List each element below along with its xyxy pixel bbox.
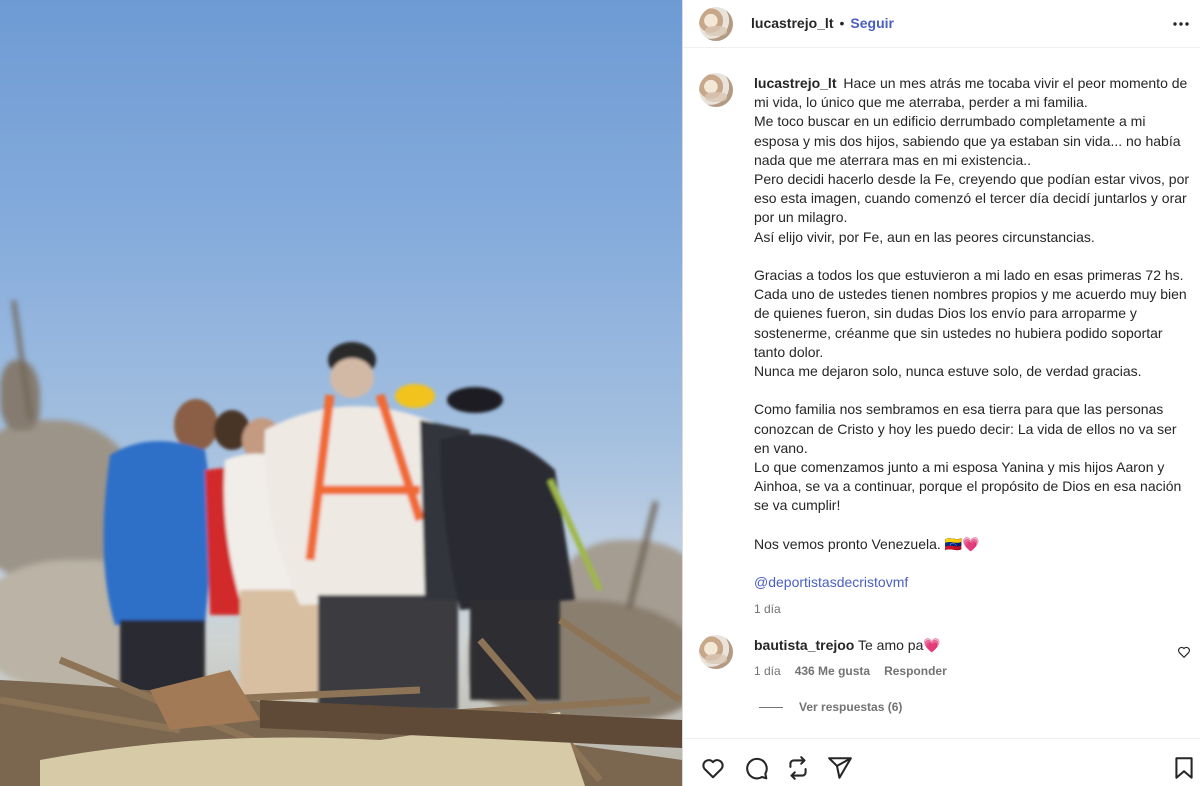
view-replies-button[interactable]: Ver respuestas (6) [759, 700, 902, 714]
comments-scroll-area[interactable]: lucastrejo_lt Hace un mes atrás me tocab… [683, 48, 1200, 738]
caption-username[interactable]: lucastrejo_lt [754, 75, 836, 91]
comment-like-heart-icon[interactable] [1177, 645, 1191, 659]
view-replies-label[interactable]: Ver respuestas (6) [799, 700, 902, 714]
bookmark-icon[interactable] [1171, 755, 1197, 781]
caption-avatar[interactable] [699, 73, 733, 107]
caption-paragraph: Pero decidi hacerlo desde la Fe, creyend… [754, 171, 1190, 226]
action-bar [683, 738, 1200, 786]
caption-paragraph: Como familia nos sembramos en esa tierra… [754, 401, 1177, 456]
caption-paragraph: Nos vemos pronto Venezuela. 🇻🇪💗 [754, 535, 980, 552]
author-username[interactable]: lucastrejo_lt [751, 15, 833, 31]
reply-button[interactable]: Responder [884, 662, 947, 681]
replies-line [759, 706, 783, 708]
comment-time[interactable]: 1 día [754, 662, 781, 681]
caption-paragraph: lucastrejo_lt Hace un mes atrás me tocab… [754, 75, 1188, 111]
post-caption: lucastrejo_lt Hace un mes atrás me tocab… [754, 74, 1194, 620]
more-horizontal-icon[interactable] [1171, 14, 1191, 34]
caption-timestamp[interactable]: 1 día [754, 600, 1194, 619]
caption-paragraph: Me toco buscar en un edificio derrumbado… [754, 113, 1181, 168]
send-icon[interactable] [827, 755, 853, 781]
comment-likes[interactable]: 436 Me gusta [795, 662, 870, 681]
commenter-username[interactable]: bautista_trejoo [754, 637, 854, 653]
people-group [0, 342, 682, 786]
post-panel: lucastrejo_lt • Seguir lucastrejo_lt Hac… [682, 0, 1200, 786]
post-photo[interactable] [0, 0, 682, 786]
mention-link[interactable]: @deportistasdecristovmf [754, 574, 908, 590]
comment: bautista_trejoo Te amo pa💗 1 día 436 Me … [754, 636, 1174, 681]
caption-paragraph: Lo que comenzamos junto a mi esposa Yani… [754, 459, 1182, 514]
caption-paragraph: Nunca me dejaron solo, nunca estuve solo… [754, 363, 1142, 380]
author-avatar[interactable] [699, 7, 733, 41]
separator-dot: • [839, 15, 845, 31]
repost-icon[interactable] [785, 755, 811, 781]
comment-text: Te amo pa💗 [858, 637, 941, 653]
comment-icon[interactable] [743, 755, 769, 781]
post-header: lucastrejo_lt • Seguir [683, 0, 1200, 48]
commenter-avatar[interactable] [699, 635, 733, 669]
caption-paragraph: Así elijo vivir, por Fe, aun en las peor… [754, 228, 1095, 245]
follow-button[interactable]: Seguir [850, 15, 894, 31]
caption-paragraph: Gracias a todos los que estuvieron a mi … [754, 267, 1187, 360]
heart-icon[interactable] [700, 755, 726, 781]
